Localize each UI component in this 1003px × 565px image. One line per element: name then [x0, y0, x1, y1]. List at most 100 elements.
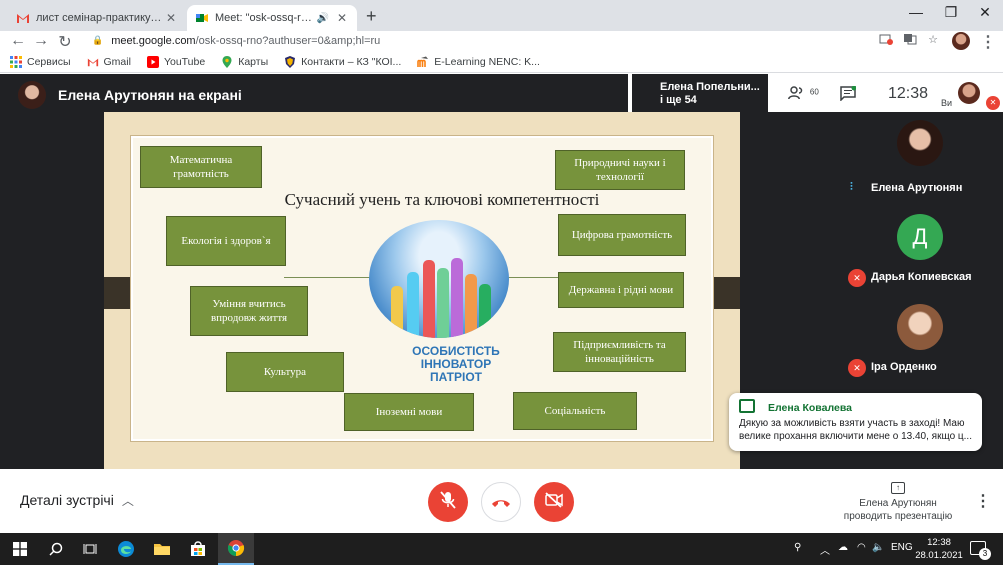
bookmark-label: YouTube	[163, 56, 206, 68]
store-icon[interactable]	[188, 539, 208, 559]
participants-note-line2: і ще 54	[660, 94, 697, 106]
participant-name: Дарья Копиевская	[871, 271, 972, 283]
url-host: meet.google.com	[111, 34, 196, 47]
participants-note-line1: Елена Попельни...	[660, 81, 760, 93]
browser-tab-strip: лист семінар-практикум - swetl ✕ Meet: "…	[0, 0, 1003, 31]
search-icon[interactable]	[46, 539, 66, 559]
language-indicator[interactable]: ENG	[891, 542, 913, 553]
bookmark-youtube[interactable]: YouTube	[146, 56, 206, 68]
presenting-status: проводить презентацію	[843, 511, 953, 522]
tab-gmail[interactable]: лист семінар-практикум - swetl ✕	[8, 5, 186, 31]
presentation-slide: Сучасний учень та ключові компетентності…	[104, 112, 740, 470]
url-field[interactable]: 🔒 meet.google.com/osk-ossq-rno?authuser=…	[82, 31, 942, 50]
blocked-popup-icon[interactable]	[878, 33, 894, 47]
chat-message: Дякую за можливість взяти участь в заход…	[739, 418, 972, 442]
meeting-controls-bar: Деталі зустрічі ︿ ↑ Елена Арутюнян провод…	[0, 469, 1003, 533]
bookmark-gmail[interactable]: Gmail	[87, 56, 131, 68]
bookmark-star-icon[interactable]: ☆	[925, 33, 941, 47]
bookmark-label: E-Learning NENC: K...	[434, 56, 540, 68]
chat-sender: Елена Ковалева	[768, 402, 852, 414]
participants-count: 60	[809, 87, 819, 97]
volume-icon[interactable]: 🔈	[872, 542, 884, 553]
participant-name: Елена Арутюнян	[871, 182, 963, 194]
mic-off-icon: ✕	[986, 96, 1000, 110]
chrome-menu-icon[interactable]: ⋮	[978, 32, 998, 52]
maps-icon	[221, 56, 233, 68]
onedrive-icon[interactable]: ☁	[838, 542, 848, 553]
microphone-toggle-button[interactable]	[428, 482, 468, 522]
forward-button[interactable]: →	[31, 32, 51, 50]
bookmarks-bar: Сервисы Gmail YouTube Карты Контакти – К…	[0, 52, 1003, 73]
close-tab-icon[interactable]: ✕	[164, 11, 178, 25]
moodle-icon	[417, 56, 429, 68]
new-tab-button[interactable]: +	[366, 6, 377, 27]
presenting-indicator[interactable]: ↑ Елена Арутюнян проводить презентацію	[838, 481, 958, 523]
file-explorer-icon[interactable]	[152, 539, 172, 559]
chat-notification[interactable]: Елена Ковалева Дякую за можливість взяти…	[729, 393, 982, 451]
chat-message-icon	[739, 399, 755, 413]
people-tray-icon[interactable]: ⚲	[794, 542, 801, 553]
bookmark-services[interactable]: Сервисы	[10, 56, 71, 68]
close-tab-icon[interactable]: ✕	[335, 11, 349, 25]
clock-date: 28.01.2021	[915, 550, 963, 561]
system-clock[interactable]: 12:38 28.01.2021	[914, 536, 964, 562]
bookmark-label: Карты	[238, 56, 269, 68]
camera-toggle-button[interactable]	[534, 482, 574, 522]
task-view-icon[interactable]	[80, 539, 100, 559]
tab-title: лист семінар-практикум - swetl	[36, 12, 164, 24]
box-lifelong-learning: Уміння вчитись впродовж життя	[190, 286, 308, 336]
back-button[interactable]: ←	[8, 32, 28, 50]
mic-off-icon: ✕	[848, 269, 866, 287]
more-options-icon[interactable]: ⋮	[975, 491, 991, 511]
bookmark-elearning[interactable]: E-Learning NENC: K...	[417, 56, 540, 68]
youtube-icon	[146, 56, 159, 68]
self-avatar[interactable]	[958, 82, 980, 104]
slide-title-text: Сучасний учень та ключові компетентності	[284, 190, 600, 209]
slide-title: Сучасний учень та ключові компетентності	[104, 190, 740, 210]
hang-up-icon	[491, 492, 511, 513]
people-button[interactable]: 60	[788, 86, 819, 103]
chevron-up-icon[interactable]: ︿	[820, 542, 830, 557]
box-digital-literacy: Цифрова грамотність	[558, 214, 686, 256]
meet-icon	[195, 11, 209, 25]
camera-off-icon	[545, 492, 563, 512]
speaking-icon: ⫶	[850, 181, 853, 193]
translate-icon[interactable]	[902, 33, 918, 47]
box-entrepreneurship: Підприємливість та інноваційність	[553, 332, 686, 372]
apps-icon	[10, 56, 22, 68]
notification-center-icon[interactable]: 3	[970, 541, 991, 560]
shield-icon	[284, 56, 296, 68]
chrome-taskbar-icon[interactable]	[218, 533, 254, 565]
participants-note: Елена Попельни... і ще 54	[632, 74, 768, 112]
people-icon	[788, 86, 810, 103]
clock-time: 12:38	[927, 537, 951, 548]
meeting-details-button[interactable]: Деталі зустрічі ︿	[20, 492, 134, 509]
chevron-up-icon: ︿	[121, 494, 134, 508]
box-state-languages: Державна і рідні мови	[558, 272, 684, 308]
tab-meet[interactable]: Meet: "osk-ossq-rno" 🔊 ✕	[187, 5, 357, 31]
leave-call-button[interactable]	[481, 482, 521, 522]
bookmark-maps[interactable]: Карты	[221, 56, 268, 68]
you-label: Ви	[941, 98, 953, 108]
maximize-button[interactable]: ❐	[936, 4, 966, 21]
participant-avatar	[897, 304, 943, 350]
mic-off-icon	[440, 491, 456, 513]
presenter-banner: Елена Арутюнян на екрані	[18, 81, 242, 109]
slide-center-text: ОСОБИСТІСТЬ ІННОВАТОР ПАТРІОТ	[371, 345, 541, 384]
minimize-button[interactable]: —	[901, 4, 931, 20]
profile-avatar[interactable]	[952, 32, 970, 50]
edge-icon[interactable]	[116, 539, 136, 559]
wifi-icon[interactable]: ◠	[857, 542, 866, 553]
bookmark-label: Контакти – КЗ "КОІ...	[301, 56, 402, 68]
bookmark-contacts[interactable]: Контакти – КЗ "КОІ...	[284, 56, 401, 68]
address-toolbar: ← → ↻ 🔒 meet.google.com/osk-ossq-rno?aut…	[0, 31, 1003, 52]
presenting-name: Елена Арутюнян	[859, 498, 937, 509]
presenter-avatar	[18, 81, 46, 109]
reload-button[interactable]: ↻	[55, 32, 75, 52]
windows-start-icon[interactable]	[10, 539, 30, 559]
speaker-icon[interactable]: 🔊	[317, 13, 329, 24]
chat-button[interactable]	[840, 85, 857, 104]
close-window-button[interactable]: ✕	[970, 4, 1000, 21]
gmail-icon	[87, 56, 99, 68]
presenter-label: Елена Арутюнян на екрані	[58, 87, 242, 103]
